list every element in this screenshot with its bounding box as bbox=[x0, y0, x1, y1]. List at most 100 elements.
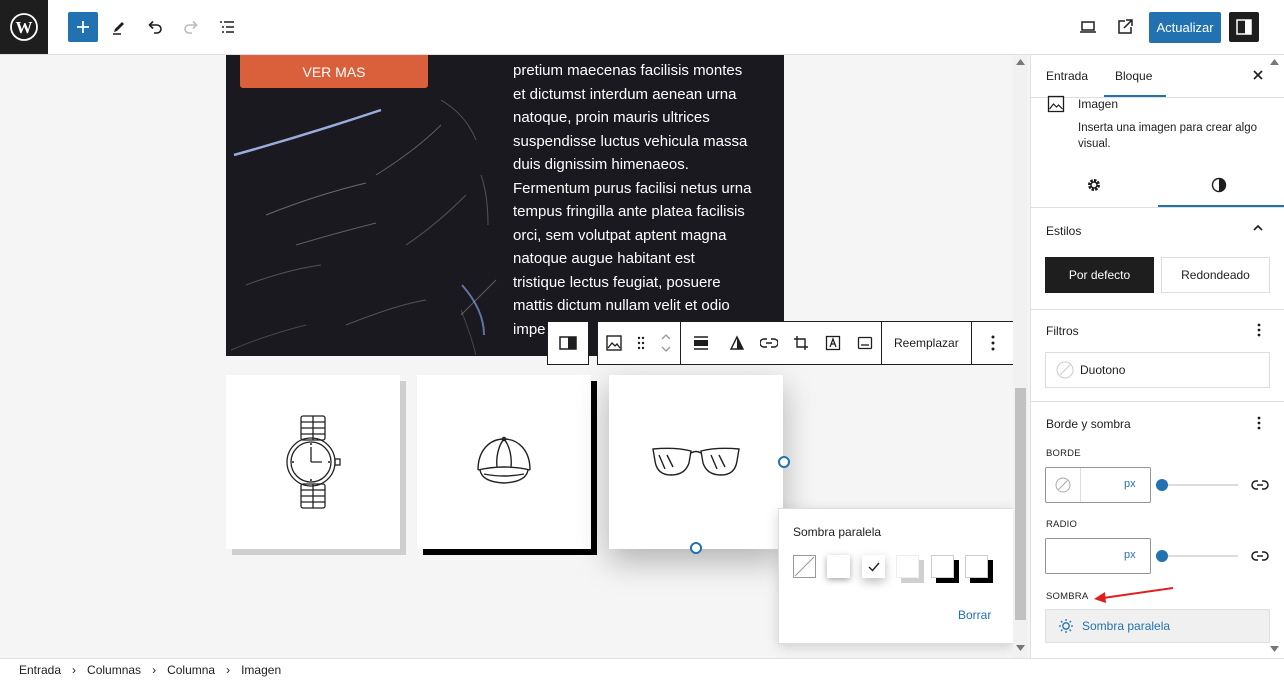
sidebar-scroll-up-icon[interactable] bbox=[1270, 59, 1279, 65]
style-rounded-button[interactable]: Redondeado bbox=[1161, 257, 1270, 293]
block-description: Inserta una imagen para crear algo visua… bbox=[1078, 120, 1257, 152]
slider-knob[interactable] bbox=[1156, 479, 1168, 491]
wordpress-logo-icon[interactable]: W bbox=[0, 0, 48, 54]
image-block-type-icon[interactable] bbox=[598, 321, 630, 365]
block-name: Imagen bbox=[1078, 97, 1119, 111]
link-insert-icon[interactable] bbox=[753, 321, 785, 365]
style-default-button[interactable]: Por defecto bbox=[1045, 257, 1154, 293]
shadow-deep-swatch-selected[interactable] bbox=[862, 555, 885, 578]
tab-entrada[interactable]: Entrada bbox=[1046, 69, 1088, 83]
shadow-sun-icon bbox=[1058, 618, 1074, 634]
wristwatch-icon bbox=[286, 415, 341, 509]
chevron-up-icon[interactable] bbox=[1252, 223, 1264, 233]
image-block-icon bbox=[1047, 95, 1065, 113]
move-up-down-icon[interactable] bbox=[652, 321, 680, 365]
filters-options-icon[interactable] bbox=[1251, 322, 1267, 338]
border-shadow-options-icon[interactable] bbox=[1251, 415, 1267, 431]
paragraph-line: orci, sem volutpat aptent magna bbox=[513, 226, 727, 244]
breadcrumb-item[interactable]: Columna bbox=[167, 663, 215, 677]
paragraph-line: natoque, proin mauris ultrices bbox=[513, 109, 710, 126]
paragraph-line: tristique lectus feugiat, posuere bbox=[513, 273, 721, 291]
annotation-arrow-icon bbox=[1094, 587, 1174, 603]
image-block-cap[interactable] bbox=[417, 375, 591, 549]
shadow-label: SOMBRA bbox=[1046, 591, 1089, 602]
shadow-crisp-swatch[interactable] bbox=[965, 555, 988, 578]
paragraph-line: tempus fringilla ante platea facilisis bbox=[513, 203, 745, 220]
radius-input[interactable]: px bbox=[1045, 538, 1151, 574]
border-width-input[interactable]: px bbox=[1045, 467, 1151, 503]
shadow-control-button[interactable]: Sombra paralela bbox=[1045, 609, 1270, 643]
more-options-icon[interactable] bbox=[970, 321, 1015, 365]
columns-parent-icon[interactable] bbox=[548, 321, 588, 365]
shadow-value: Sombra paralela bbox=[1082, 619, 1171, 633]
border-slider[interactable] bbox=[1156, 479, 1238, 491]
ver-mas-button[interactable]: VER MAS bbox=[240, 55, 428, 88]
scrollbar-thumb[interactable] bbox=[1015, 388, 1026, 620]
baseball-cap-icon bbox=[477, 436, 531, 484]
replace-button[interactable]: Reemplazar bbox=[881, 321, 971, 365]
breadcrumb-separator-icon: › bbox=[152, 662, 157, 677]
breadcrumb-item[interactable]: Columnas bbox=[87, 663, 141, 677]
block-type-group bbox=[597, 321, 680, 365]
sidebar-scroll-down-icon[interactable] bbox=[1270, 646, 1279, 652]
caption-icon[interactable] bbox=[849, 321, 881, 365]
clear-shadow-button[interactable]: Borrar bbox=[958, 608, 991, 622]
breadcrumb: Entrada › Columnas › Columna › Imagen bbox=[0, 658, 1284, 680]
popover-title: Sombra paralela bbox=[793, 525, 882, 539]
radius-unit[interactable]: px bbox=[1124, 549, 1136, 561]
image-block-sunglasses-selected[interactable] bbox=[609, 375, 783, 549]
resize-handle-bottom[interactable] bbox=[690, 542, 702, 554]
add-block-button[interactable] bbox=[68, 12, 98, 42]
border-unit[interactable]: px bbox=[1124, 478, 1136, 490]
styles-contrast-icon[interactable] bbox=[1211, 177, 1227, 193]
preview-device-icon[interactable] bbox=[1073, 12, 1103, 42]
drag-handle-icon[interactable] bbox=[630, 321, 652, 365]
paragraph-line: duis dignissim himenaeos. bbox=[513, 156, 689, 173]
block-tools-group bbox=[680, 321, 881, 365]
sunglasses-icon bbox=[652, 447, 740, 476]
filters-section-title: Filtros bbox=[1046, 324, 1079, 338]
border-shadow-section-title: Borde y sombra bbox=[1046, 417, 1131, 431]
close-sidebar-icon[interactable] bbox=[1252, 69, 1264, 81]
shadow-none-swatch[interactable] bbox=[793, 555, 816, 578]
duotone-control[interactable]: Duotono bbox=[1045, 352, 1270, 388]
document-overview-icon[interactable] bbox=[212, 12, 242, 42]
link-corners-icon[interactable] bbox=[1251, 547, 1269, 565]
image-block-watch[interactable] bbox=[226, 375, 400, 549]
cover-paragraph[interactable]: pretium maecenas facilisis montes et dic… bbox=[513, 59, 775, 341]
redo-icon[interactable] bbox=[176, 12, 206, 42]
breadcrumb-separator-icon: › bbox=[226, 662, 231, 677]
editor-header: W Actualizar bbox=[0, 0, 1284, 55]
styles-section-title: Estilos bbox=[1046, 224, 1082, 238]
paragraph-line: mattis dictum nullam velit et odio bbox=[513, 297, 730, 314]
settings-gear-icon[interactable] bbox=[1086, 177, 1102, 193]
parent-selector[interactable] bbox=[547, 321, 589, 365]
border-color-picker-icon[interactable] bbox=[1046, 468, 1081, 502]
description-line: visual. bbox=[1078, 138, 1111, 150]
link-sides-icon[interactable] bbox=[1251, 476, 1269, 494]
breadcrumb-item[interactable]: Entrada bbox=[19, 663, 61, 677]
tools-pencil-icon[interactable] bbox=[104, 12, 134, 42]
svg-text:W: W bbox=[16, 18, 33, 37]
crop-icon[interactable] bbox=[785, 321, 817, 365]
tab-bloque[interactable]: Bloque bbox=[1115, 69, 1152, 83]
undo-icon[interactable] bbox=[140, 12, 170, 42]
shadow-natural-swatch[interactable] bbox=[827, 555, 850, 578]
resize-handle-right[interactable] bbox=[778, 456, 790, 468]
duotone-filter-icon[interactable] bbox=[721, 321, 753, 365]
canvas-scrollbar[interactable] bbox=[1013, 55, 1028, 658]
slider-knob[interactable] bbox=[1156, 550, 1168, 562]
duotone-label: Duotono bbox=[1080, 363, 1126, 377]
view-post-external-icon[interactable] bbox=[1110, 12, 1140, 42]
align-icon[interactable] bbox=[681, 321, 721, 365]
shadow-sharp-swatch[interactable] bbox=[896, 555, 919, 578]
cover-block[interactable]: VER MAS pretium maecenas facilisis monte… bbox=[226, 55, 784, 356]
radius-slider[interactable] bbox=[1156, 550, 1238, 562]
update-button[interactable]: Actualizar bbox=[1149, 12, 1221, 43]
shadow-outlined-swatch[interactable] bbox=[931, 555, 954, 578]
breadcrumb-item: Imagen bbox=[241, 662, 282, 677]
text-overlay-icon[interactable] bbox=[817, 321, 849, 365]
settings-sidebar-toggle-icon[interactable] bbox=[1229, 12, 1259, 42]
breadcrumb-separator-icon: › bbox=[72, 662, 77, 677]
description-line: Inserta una imagen para crear algo bbox=[1078, 122, 1257, 134]
